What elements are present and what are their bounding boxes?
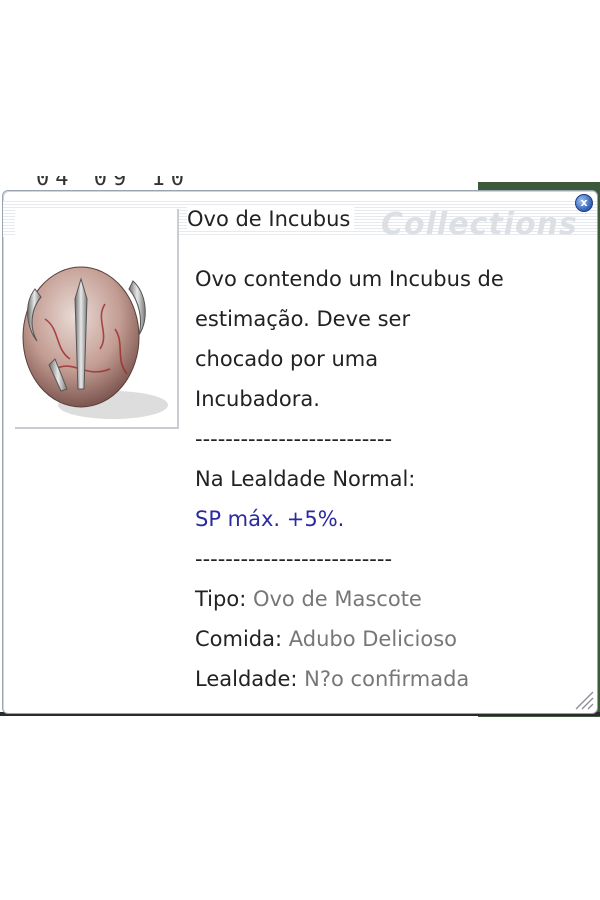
bonus-header: Na Lealdade Normal:: [195, 467, 416, 491]
loyalty-value: N?o confirmada: [304, 667, 470, 691]
item-image-frame: [15, 209, 179, 429]
food-row: Comida: Adubo Delicioso: [195, 619, 585, 659]
loyalty-label: Lealdade:: [195, 667, 298, 691]
type-label: Tipo:: [195, 587, 247, 611]
item-tooltip-window: Collections x Ovo de Incubus Ovo contend…: [2, 190, 598, 714]
description-line: Incubadora.: [195, 387, 320, 411]
item-description: Ovo contendo um Incubus de estimação. De…: [195, 259, 585, 699]
background-text: 04 09 10: [36, 166, 190, 191]
item-title: Ovo de Incubus: [187, 207, 355, 231]
description-line: chocado por uma: [195, 347, 379, 371]
incubus-egg-icon: [22, 266, 168, 419]
description-line: Ovo contendo um Incubus de: [195, 267, 504, 291]
food-value: Adubo Delicioso: [288, 627, 458, 651]
separator: --------------------------: [195, 427, 393, 451]
loyalty-row: Lealdade: N?o confirmada: [195, 659, 585, 699]
type-value: Ovo de Mascote: [252, 587, 422, 611]
description-line: estimação. Deve ser: [195, 307, 411, 331]
resize-grip-icon[interactable]: [572, 688, 594, 710]
close-icon: x: [580, 196, 588, 209]
food-label: Comida:: [195, 627, 283, 651]
collections-watermark: Collections: [381, 207, 578, 242]
type-row: Tipo: Ovo de Mascote: [195, 579, 585, 619]
bonus-text: SP máx. +5%.: [195, 507, 345, 531]
separator: --------------------------: [195, 547, 393, 571]
close-button[interactable]: x: [575, 194, 593, 212]
